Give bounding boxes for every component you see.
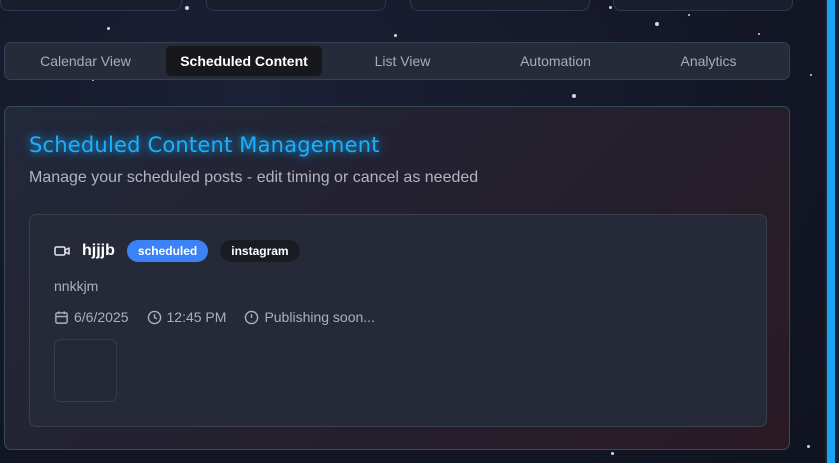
post-title: hjjjb <box>82 242 115 259</box>
star-decoration <box>185 6 189 10</box>
post-time: 12:45 PM <box>147 309 227 325</box>
post-header: hjjjb scheduled instagram <box>54 240 300 262</box>
post-date: 6/6/2025 <box>54 309 129 325</box>
scheduled-post-card[interactable]: hjjjb scheduled instagram nnkkjm 6/6/202… <box>29 214 767 427</box>
platform-badge: instagram <box>220 240 300 262</box>
panel-title: Scheduled Content Management <box>29 133 380 157</box>
top-card <box>613 0 793 11</box>
panel-subtitle: Manage your scheduled posts - edit timin… <box>29 169 479 186</box>
top-card <box>410 0 590 11</box>
video-icon <box>54 246 70 256</box>
tab-automation[interactable]: Automation <box>479 46 632 76</box>
star-decoration <box>758 33 760 35</box>
tab-list-view[interactable]: List View <box>326 46 479 76</box>
post-status-text: Publishing soon... <box>264 309 375 325</box>
tab-calendar-view[interactable]: Calendar View <box>9 46 162 76</box>
clock-icon <box>147 310 161 324</box>
top-card <box>0 0 182 11</box>
post-date-text: 6/6/2025 <box>74 309 129 325</box>
star-decoration <box>609 6 612 9</box>
tab-scheduled-content[interactable]: Scheduled Content <box>166 46 322 76</box>
star-decoration <box>810 74 812 76</box>
scrollbar[interactable] <box>825 0 839 463</box>
post-time-text: 12:45 PM <box>166 309 227 325</box>
star-decoration <box>107 27 110 30</box>
status-badge: scheduled <box>126 240 209 262</box>
tab-analytics[interactable]: Analytics <box>632 46 785 76</box>
calendar-icon <box>55 310 68 324</box>
star-decoration <box>394 34 397 37</box>
post-meta: 6/6/2025 12:45 PM Publishing soon... <box>54 309 393 325</box>
top-card <box>206 0 386 11</box>
scheduled-content-panel: Scheduled Content Management Manage your… <box>4 106 790 450</box>
post-publish-status: Publishing soon... <box>244 309 375 325</box>
alert-circle-icon <box>245 310 259 324</box>
star-decoration <box>688 14 690 16</box>
star-decoration <box>572 94 576 98</box>
star-decoration <box>655 22 659 26</box>
media-thumbnail[interactable] <box>54 339 117 402</box>
view-tabs: Calendar View Scheduled Content List Vie… <box>4 42 790 80</box>
star-decoration <box>807 445 810 448</box>
post-description: nnkkjm <box>54 278 99 294</box>
star-decoration <box>611 452 614 455</box>
